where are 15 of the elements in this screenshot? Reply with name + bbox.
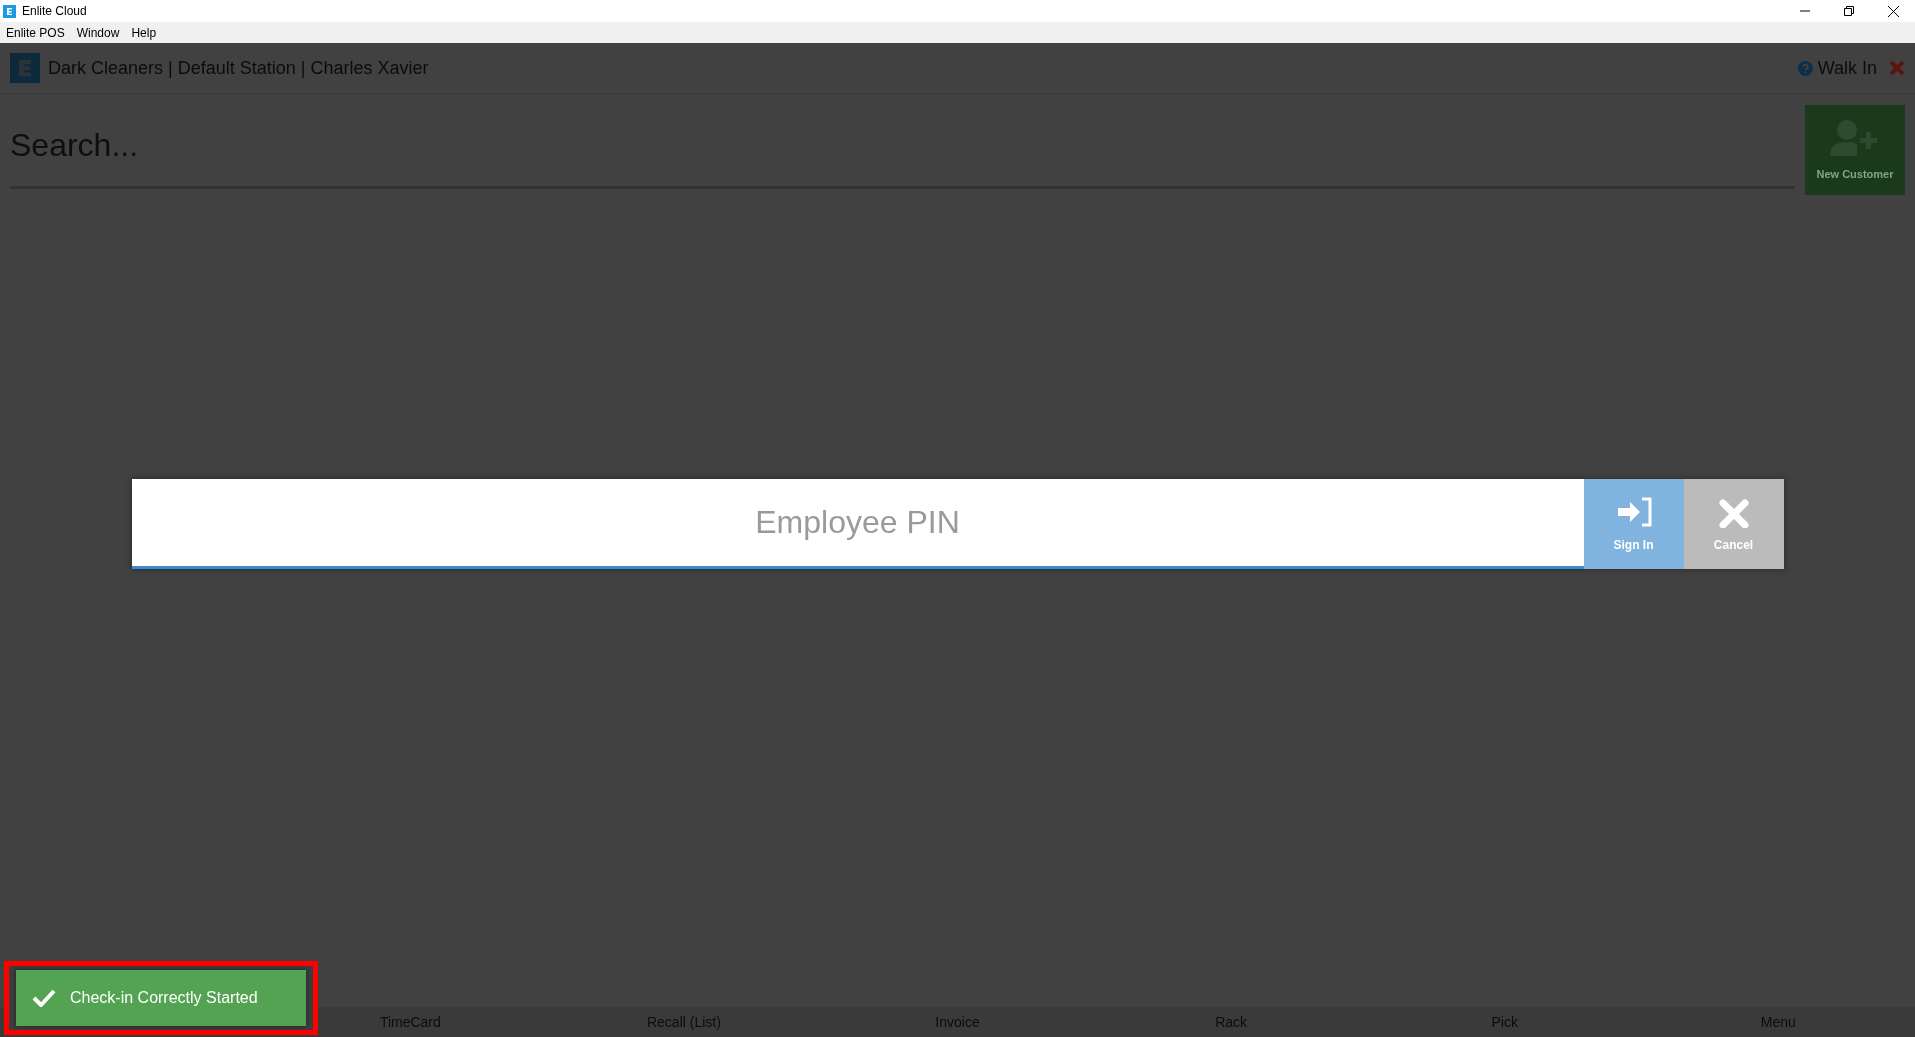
menu-item[interactable]: Enlite POS: [6, 25, 65, 40]
cancel-button[interactable]: Cancel: [1683, 478, 1784, 569]
new-customer-button[interactable]: New Customer: [1805, 105, 1905, 195]
app-logo-icon: [3, 4, 16, 18]
window-title: Enlite Cloud: [22, 4, 88, 18]
toast-message: Check-in Correctly Started: [16, 970, 306, 1026]
close-icon[interactable]: [1887, 5, 1899, 17]
menu-item[interactable]: Help: [131, 25, 157, 40]
sign-in-icon: [1615, 495, 1652, 528]
logo-icon: [10, 53, 40, 83]
restore-icon[interactable]: [1844, 6, 1854, 16]
check-icon: [32, 989, 56, 1007]
pin-field[interactable]: Employee PIN: [131, 478, 1584, 569]
sign-in-button[interactable]: Sign In: [1583, 478, 1684, 569]
menu-item[interactable]: Window: [76, 25, 120, 40]
